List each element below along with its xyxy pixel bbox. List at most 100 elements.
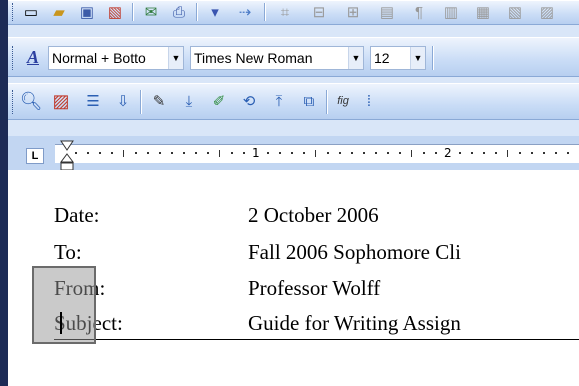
memo-value: 2 October 2006	[248, 203, 379, 227]
font-dropdown[interactable]: Times New Roman ▼	[190, 46, 364, 70]
ruler-dot	[75, 152, 77, 154]
memo-value: Professor Wolff	[248, 276, 381, 300]
ruler-dot	[387, 152, 389, 154]
permission-icon[interactable]: ▧	[104, 1, 126, 23]
ruler-dot	[471, 152, 473, 154]
new-document-icon[interactable]: ▭	[20, 1, 42, 23]
ruler-dot	[339, 152, 341, 154]
ruler-tick	[123, 150, 124, 157]
track-changes-icon[interactable]: ⟲	[238, 90, 260, 112]
ruler-dot	[375, 152, 377, 154]
map-icon[interactable]: ▤	[376, 1, 398, 23]
save-icon[interactable]: ▣	[76, 1, 98, 23]
undo-icon[interactable]: ▾	[204, 1, 226, 23]
memo-label: To:	[54, 240, 82, 264]
zoom-icon[interactable]: 🔍︎	[20, 90, 43, 112]
extra-icon[interactable]: ▨	[536, 1, 558, 23]
zoom-field-icon[interactable]: ▥	[440, 1, 462, 23]
ruler-dot	[351, 152, 353, 154]
header-rule	[54, 339, 579, 340]
copy-icon[interactable]: ⧉	[298, 90, 320, 112]
toolbar-dock-strip	[8, 120, 579, 136]
email-icon[interactable]: ✉	[140, 1, 162, 23]
styles-pane-icon[interactable]: A	[22, 46, 44, 68]
ruler-tick	[315, 150, 316, 157]
memo-row-to: To: Fall 2006 Sophomore Cli	[0, 240, 579, 268]
ruler-area: L 1 2	[8, 136, 579, 172]
download-icon[interactable]: ⤓	[178, 90, 200, 112]
toolbar-grip[interactable]	[12, 46, 16, 70]
style-value: Normal + Botto	[52, 50, 146, 66]
toolbar-grip[interactable]	[12, 3, 16, 21]
tab-selector-button[interactable]: L	[26, 148, 44, 164]
toolbar-separator	[196, 3, 198, 21]
memo-row-date: Date: 2 October 2006	[0, 203, 579, 231]
toolbar-dock-strip	[8, 25, 579, 37]
ruler-dot	[195, 152, 197, 154]
ruler-number: 2	[444, 146, 452, 160]
numbering-icon[interactable]: ☰	[82, 90, 104, 112]
ruler-dot	[147, 152, 149, 154]
toolbar-separator	[140, 90, 142, 114]
custom-toolbar: 🔍︎ ▨ ☰ ⇩ ✎ ⤓ ✐ ⟲ ⤒ ⧉ fig ⁞	[8, 83, 579, 120]
ruler-dot	[519, 152, 521, 154]
text-cursor	[60, 312, 62, 334]
ruler-tick	[411, 150, 412, 157]
open-folder-icon[interactable]: ▰	[48, 1, 70, 23]
ruler-dot	[567, 152, 569, 154]
ruler-dot	[183, 152, 185, 154]
ruler-dot	[135, 152, 137, 154]
more-icon[interactable]: ⁞	[358, 90, 380, 112]
table-icon[interactable]: ⌗	[274, 1, 296, 23]
ruler-dot	[435, 152, 437, 154]
ruler-dot	[363, 152, 365, 154]
ruler-dot	[267, 152, 269, 154]
toolbar-separator	[326, 90, 328, 114]
ruler-dot	[111, 152, 113, 154]
highlight-icon[interactable]: ✐	[208, 90, 230, 112]
toolbar-grip[interactable]	[12, 90, 16, 114]
ruler-dot	[531, 152, 533, 154]
font-size-dropdown[interactable]: 12 ▼	[370, 46, 426, 70]
columns-icon[interactable]: ⊟	[308, 1, 330, 23]
edit-pen-icon[interactable]: ✎	[148, 90, 170, 112]
read-icon[interactable]: ▦	[472, 1, 494, 23]
chevron-down-icon[interactable]: ▼	[168, 47, 183, 69]
chevron-down-icon[interactable]: ▼	[410, 47, 425, 69]
ruler-dot	[423, 152, 425, 154]
figure-caption-icon[interactable]: fig	[332, 90, 354, 112]
ruler-dot	[399, 152, 401, 154]
toolbar-separator	[132, 3, 134, 21]
upload-icon[interactable]: ⤒	[268, 90, 290, 112]
ruler-dot	[483, 152, 485, 154]
ruler-dot	[171, 152, 173, 154]
ruler-dot	[87, 152, 89, 154]
help-icon[interactable]: ▧	[504, 1, 526, 23]
show-hide-icon[interactable]: ¶	[408, 1, 430, 23]
chevron-down-icon[interactable]: ▼	[348, 47, 363, 69]
ruler-tick	[507, 150, 508, 157]
ruler-dot	[495, 152, 497, 154]
ruler-dot	[159, 152, 161, 154]
insert-icon[interactable]: ⇩	[112, 90, 134, 112]
redo-icon[interactable]: ⇢	[234, 1, 256, 23]
indent-marker-icon[interactable]	[60, 140, 74, 172]
print-icon[interactable]: ⎙	[168, 1, 190, 23]
memo-value: Fall 2006 Sophomore Cli	[248, 240, 461, 264]
memo-label: Date:	[54, 203, 100, 227]
font-size-value: 12	[374, 50, 390, 66]
style-dropdown[interactable]: Normal + Botto ▼	[48, 46, 184, 70]
ruler-dot	[291, 152, 293, 154]
ruler-tick	[219, 150, 220, 157]
standard-toolbar: ▭ ▰ ▣ ▧ ✉ ⎙ ▾ ⇢ ⌗ ⊟ ⊞ ▤ ¶ ▥ ▦ ▧ ▨	[8, 0, 579, 25]
ruler-dot	[459, 152, 461, 154]
selection-highlight	[32, 266, 96, 344]
drawing-icon[interactable]: ⊞	[342, 1, 364, 23]
picture-icon[interactable]: ▨	[50, 90, 72, 112]
memo-value: Guide for Writing Assign	[248, 311, 461, 335]
ruler-number: 1	[252, 146, 260, 160]
toolbar-separator	[264, 3, 266, 21]
ruler-dot	[243, 152, 245, 154]
ruler-dot	[303, 152, 305, 154]
horizontal-ruler[interactable]: 1 2	[55, 144, 579, 163]
